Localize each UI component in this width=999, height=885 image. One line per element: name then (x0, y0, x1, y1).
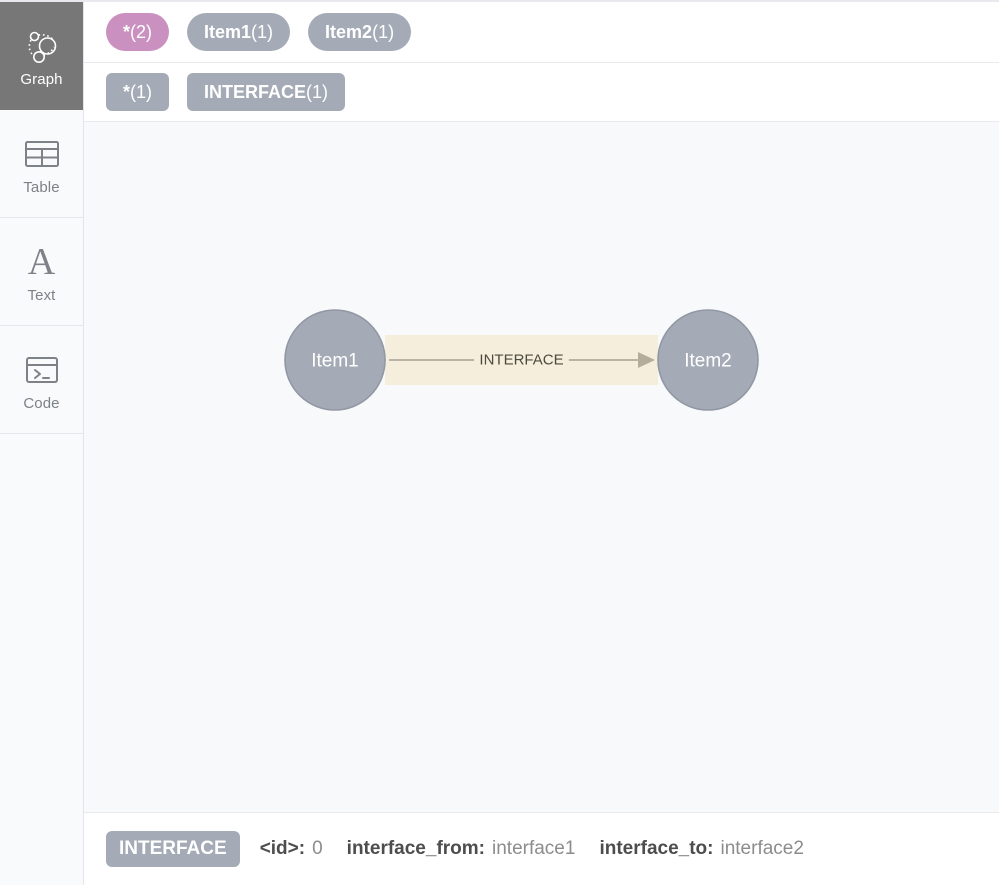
legend-chip-label: Item2 (325, 22, 373, 42)
node-caption: Item2 (684, 351, 732, 372)
legend-chip-count: (1) (306, 82, 329, 102)
node-caption: Item1 (311, 351, 359, 372)
property-interface-from: interface_from: interface1 (347, 838, 576, 860)
sidebar-item-text[interactable]: A Text (0, 218, 83, 326)
property-id: <id>: 0 (260, 838, 323, 860)
sidebar-item-label: Text (27, 286, 56, 304)
sidebar-item-label: Code (23, 394, 60, 412)
legend-chip-label: * (123, 82, 131, 102)
relationship-caption: INTERFACE (479, 352, 563, 369)
neo4j-result-frame: Graph Table A Text Code * (2) Item1 (1) … (0, 0, 999, 885)
property-interface-to: interface_to: interface2 (599, 838, 803, 860)
property-key: interface_to: (599, 838, 714, 859)
legend-chip-label: * (123, 22, 131, 42)
sidebar-item-table[interactable]: Table (0, 110, 83, 218)
legend-chip-label: Item1 (204, 22, 252, 42)
legend-chip-rel-all[interactable]: * (1) (106, 73, 170, 111)
property-value: interface1 (492, 838, 576, 859)
sidebar-item-code[interactable]: Code (0, 326, 83, 434)
graph-node-item1[interactable]: Item1 (284, 309, 386, 411)
legend-chip-count: (1) (372, 22, 395, 42)
legend-chip-rel-interface[interactable]: INTERFACE (1) (187, 73, 346, 111)
legend-chip-node-item1[interactable]: Item1 (1) (187, 13, 291, 51)
legend-chip-count: (1) (130, 82, 153, 102)
sidebar-item-label: Table (23, 178, 60, 196)
property-value: 0 (312, 838, 323, 859)
legend-chip-label: INTERFACE (204, 82, 307, 102)
code-icon (24, 347, 60, 393)
view-mode-sidebar: Graph Table A Text Code (0, 2, 84, 885)
legend-chip-count: (1) (251, 22, 274, 42)
result-pane: * (2) Item1 (1) Item2 (1) * (1) INTERFACE (1) (84, 2, 999, 885)
status-badge[interactable]: INTERFACE (106, 831, 240, 867)
property-key: interface_from: (346, 838, 485, 859)
legend-chip-node-item2[interactable]: Item2 (1) (308, 13, 412, 51)
selection-inspector: INTERFACE <id>: 0 interface_from: interf… (84, 813, 999, 885)
property-key: <id>: (259, 838, 306, 859)
graph-icon (22, 23, 62, 69)
text-icon: A (27, 240, 56, 283)
graph-canvas[interactable]: INTERFACE Item1 Item2 (84, 122, 999, 813)
graph-svg[interactable]: INTERFACE Item1 Item2 (84, 122, 999, 812)
relationship-type-legend: * (1) INTERFACE (1) (84, 63, 999, 122)
table-icon (23, 131, 61, 177)
legend-chip-node-all[interactable]: * (2) (106, 13, 170, 51)
sidebar-filler (0, 434, 83, 885)
sidebar-item-label: Graph (20, 70, 63, 88)
graph-node-item2[interactable]: Item2 (657, 309, 759, 411)
property-value: interface2 (720, 838, 804, 859)
node-label-legend: * (2) Item1 (1) Item2 (1) (84, 2, 999, 63)
sidebar-item-graph[interactable]: Graph (0, 2, 83, 110)
legend-chip-count: (2) (130, 22, 153, 42)
